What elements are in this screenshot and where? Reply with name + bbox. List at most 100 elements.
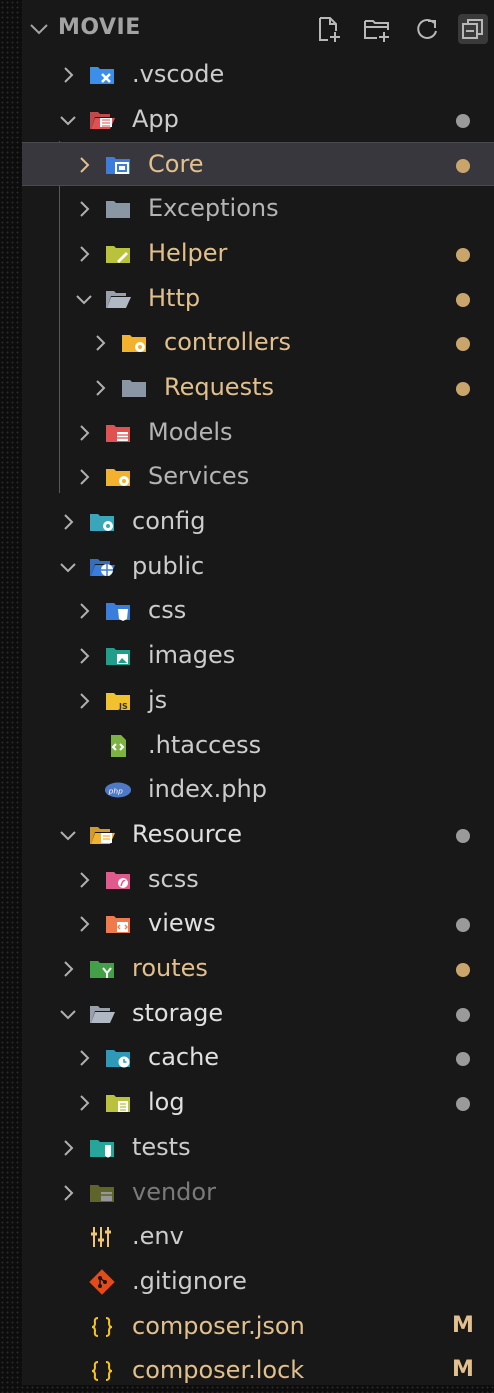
- tree-item-label: css: [148, 596, 187, 625]
- tree-file-item[interactable]: php index.php: [22, 768, 494, 812]
- chevron-right-icon[interactable]: [74, 199, 94, 219]
- tests-folder-icon: [88, 1135, 116, 1161]
- git-status-badge: M: [452, 1312, 474, 1338]
- tree-folder-item[interactable]: css: [22, 589, 494, 633]
- git-status-dot: [456, 159, 470, 174]
- tree-folder-item[interactable]: Http: [22, 277, 494, 321]
- log-folder-icon: [104, 1090, 132, 1116]
- tree-folder-item[interactable]: images: [22, 634, 494, 678]
- chevron-right-icon[interactable]: [58, 1138, 78, 1158]
- vendor-folder-icon: [88, 1180, 116, 1206]
- core-folder-icon: [104, 152, 132, 178]
- tree-file-item[interactable]: .env: [22, 1215, 494, 1259]
- tree-folder-item[interactable]: Core: [22, 142, 494, 187]
- tree-folder-item[interactable]: routes: [22, 947, 494, 991]
- git-status-dot: [456, 381, 470, 396]
- chevron-down-icon[interactable]: [58, 825, 78, 845]
- tree-item-label: .gitignore: [132, 1266, 247, 1295]
- tree-item-label: cache: [148, 1043, 220, 1072]
- chevron-down-icon[interactable]: [58, 1004, 78, 1024]
- tree-folder-item[interactable]: tests: [22, 1126, 494, 1170]
- git-status-dot: [456, 1097, 470, 1112]
- tree-item-label: .vscode: [132, 60, 225, 88]
- tree-folder-item[interactable]: storage: [22, 992, 494, 1036]
- svg-text:php: php: [108, 786, 123, 795]
- chevron-right-icon[interactable]: [58, 512, 78, 532]
- refresh-icon[interactable]: [412, 14, 442, 44]
- chevron-right-icon[interactable]: [58, 65, 78, 85]
- tree-item-label: composer.json: [132, 1311, 305, 1340]
- tree-item-label: Exceptions: [148, 194, 279, 223]
- git-status-dot: [456, 247, 470, 262]
- chevron-down-icon[interactable]: [58, 110, 78, 130]
- chevron-right-icon[interactable]: [74, 244, 94, 264]
- new-file-icon[interactable]: [314, 14, 344, 44]
- vscode-folder-icon: [88, 62, 116, 88]
- tree-folder-item[interactable]: views: [22, 902, 494, 946]
- plain-folder-icon: [120, 375, 148, 401]
- chevron-right-icon[interactable]: [74, 914, 94, 934]
- chevron-right-icon[interactable]: [58, 959, 78, 979]
- tree-folder-item[interactable]: Resource: [22, 813, 494, 857]
- tree-item-label: storage: [132, 998, 224, 1027]
- tree-folder-item[interactable]: App: [22, 98, 494, 142]
- explorer-panel: MOVIE .vscode App Core Exceptions Helper Ht…: [22, 0, 494, 1385]
- chevron-right-icon[interactable]: [74, 1048, 94, 1068]
- json-file-icon: [88, 1314, 116, 1340]
- tree-item-label: config: [132, 507, 206, 535]
- tree-folder-item[interactable]: Requests: [22, 366, 494, 410]
- tree-item-label: Http: [148, 283, 201, 312]
- git-file-icon: [88, 1269, 116, 1295]
- git-status-dot: [456, 828, 470, 843]
- resource-folder-icon: [88, 822, 116, 848]
- htaccess-file-icon: [104, 733, 132, 759]
- chevron-right-icon[interactable]: [74, 1093, 94, 1113]
- chevron-right-icon[interactable]: [74, 870, 94, 890]
- collapse-all-icon[interactable]: [458, 14, 488, 44]
- chevron-right-icon[interactable]: [90, 333, 110, 353]
- tree-folder-item[interactable]: config: [22, 500, 494, 544]
- tree-file-item[interactable]: composer.json M: [22, 1305, 494, 1349]
- tree-folder-item[interactable]: .vscode: [22, 53, 494, 97]
- tree-folder-item[interactable]: cache: [22, 1036, 494, 1080]
- views-folder-icon: [104, 911, 132, 937]
- chevron-down-icon[interactable]: [58, 557, 78, 577]
- tree-item-label: scss: [148, 864, 199, 893]
- tree-folder-item[interactable]: Exceptions: [22, 187, 494, 231]
- tree-file-item[interactable]: composer.lock M: [22, 1349, 494, 1393]
- tree-folder-item[interactable]: Services: [22, 455, 494, 499]
- tree-item-label: Models: [148, 417, 233, 446]
- git-status-dot: [456, 1052, 470, 1067]
- tree-folder-item[interactable]: vendor: [22, 1171, 494, 1215]
- tree-item-label: vendor: [132, 1177, 216, 1206]
- chevron-right-icon[interactable]: [74, 646, 94, 666]
- tree-folder-item[interactable]: controllers: [22, 321, 494, 365]
- chevron-right-icon[interactable]: [74, 155, 94, 175]
- chevron-right-icon[interactable]: [58, 1183, 78, 1203]
- tree-folder-item[interactable]: Helper: [22, 232, 494, 276]
- tree-item-label: Helper: [148, 238, 228, 267]
- chevron-right-icon[interactable]: [74, 467, 94, 487]
- app-folder-icon: [88, 107, 116, 133]
- git-status-dot: [456, 963, 470, 977]
- models-folder-icon: [104, 420, 132, 446]
- tree-file-item[interactable]: .htaccess: [22, 724, 494, 768]
- chevron-right-icon[interactable]: [90, 378, 110, 398]
- json-file-icon: [88, 1358, 116, 1384]
- chevron-right-icon[interactable]: [74, 423, 94, 443]
- chevron-down-icon[interactable]: [28, 18, 50, 40]
- svg-text:JS: JS: [118, 702, 128, 711]
- tree-folder-item[interactable]: log: [22, 1081, 494, 1125]
- tree-file-item[interactable]: .gitignore: [22, 1260, 494, 1304]
- tree-folder-item[interactable]: scss: [22, 858, 494, 902]
- chevron-down-icon[interactable]: [74, 289, 94, 309]
- tree-folder-item[interactable]: JS js: [22, 679, 494, 723]
- chevron-right-icon[interactable]: [74, 601, 94, 621]
- tree-item-label: public: [132, 551, 205, 580]
- new-folder-icon[interactable]: [362, 14, 392, 44]
- explorer-header[interactable]: MOVIE: [22, 0, 494, 56]
- tree-item-label: Services: [148, 462, 250, 491]
- tree-folder-item[interactable]: public: [22, 545, 494, 589]
- tree-folder-item[interactable]: Models: [22, 411, 494, 455]
- chevron-right-icon[interactable]: [74, 691, 94, 711]
